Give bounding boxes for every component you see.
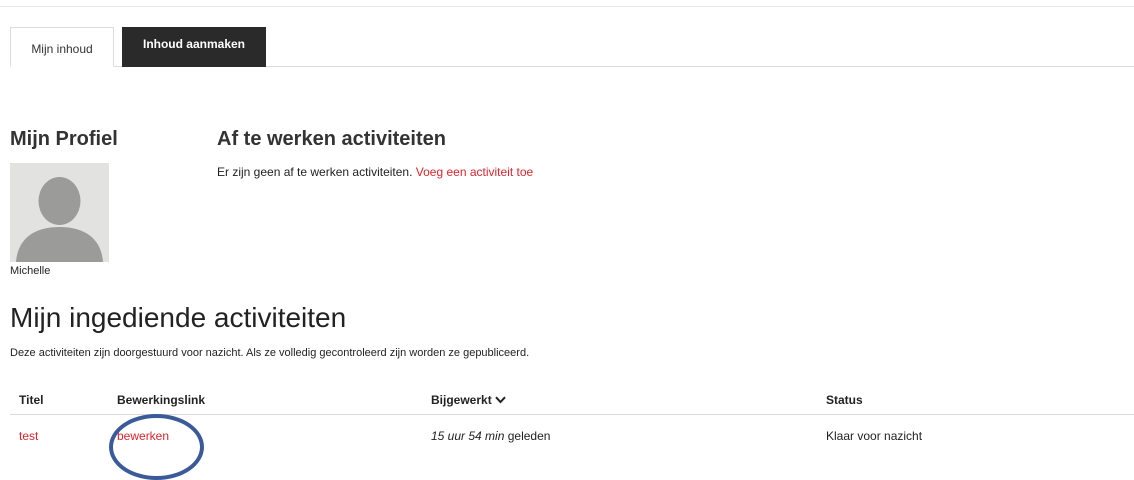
column-header-updated[interactable]: Bijgewerkt — [431, 393, 506, 407]
row-updated: 15 uur 54 min geleden — [431, 429, 550, 443]
submitted-title: Mijn ingediende activiteiten — [10, 302, 347, 333]
chevron-down-icon — [494, 396, 506, 404]
avatar — [10, 163, 109, 262]
submitted-description: Deze activiteiten zijn doorgestuurd voor… — [10, 347, 530, 359]
todo-message: Er zijn geen af te werken activiteiten. … — [217, 165, 533, 179]
column-header-title: Titel — [19, 393, 44, 407]
top-divider — [0, 6, 1134, 7]
column-header-updated-label: Bijgewerkt — [431, 393, 492, 407]
row-title-link[interactable]: test — [19, 429, 38, 443]
tab-my-content[interactable]: Mijn inhoud — [10, 27, 114, 67]
row-updated-time: 15 uur 54 min — [431, 429, 505, 443]
edit-link[interactable]: bewerken — [117, 429, 169, 443]
tab-create-content[interactable]: Inhoud aanmaken — [122, 27, 266, 67]
row-status: Klaar voor nazicht — [826, 429, 923, 443]
profile-title: Mijn Profiel — [10, 128, 118, 150]
header-divider — [10, 414, 1134, 415]
column-header-edit-link: Bewerkingslink — [117, 393, 206, 407]
profile-name: Michelle — [10, 265, 51, 277]
annotation-circle — [109, 414, 204, 480]
row-updated-suffix: geleden — [507, 429, 551, 443]
todo-empty-text: Er zijn geen af te werken activiteiten. — [217, 165, 413, 179]
user-silhouette-icon — [10, 163, 109, 262]
content-tabs: Mijn inhoud Inhoud aanmaken — [10, 27, 1134, 67]
todo-title: Af te werken activiteiten — [217, 128, 446, 150]
column-header-status: Status — [826, 393, 863, 407]
add-activity-link[interactable]: Voeg een activiteit toe — [416, 165, 533, 179]
